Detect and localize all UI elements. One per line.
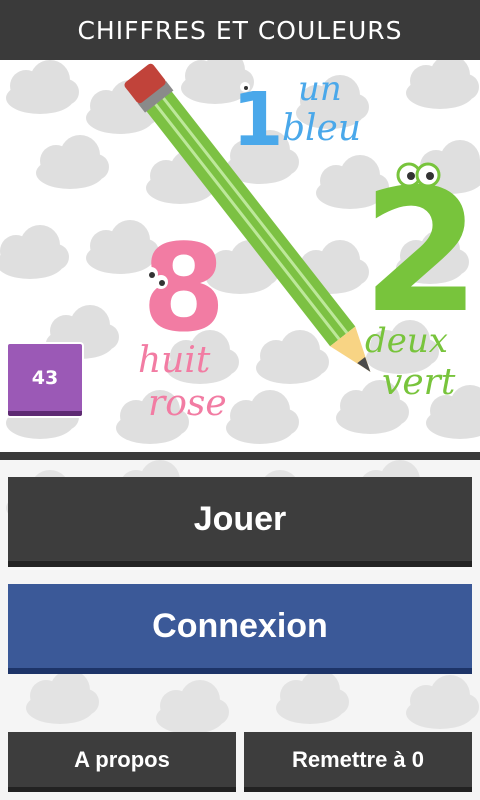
number-one-graphic: 1 [232,77,284,163]
digit-eight: 8 [142,220,226,359]
app-title: CHIFFRES ET COULEURS [77,15,403,45]
app-title-bar: CHIFFRES ET COULEURS [0,0,480,60]
about-button[interactable]: A propos [8,732,236,792]
hero-illustration: 1 un bleu 2 deux vert 8 huit rose 43 [0,60,480,452]
about-button-label: A propos [74,746,170,772]
word-un: un [298,69,342,109]
eyes-icon [396,162,441,188]
word-deux: deux [365,321,448,361]
play-button-label: Jouer [193,499,287,538]
reset-button[interactable]: Remettre à 0 [244,732,472,792]
number-eight-graphic: 8 [142,220,226,359]
score-badge: 43 [8,344,82,416]
word-rose: rose [148,383,227,424]
digit-one: 1 [232,77,284,163]
section-divider [0,452,480,460]
login-button[interactable]: Connexion [8,584,472,674]
play-button[interactable]: Jouer [8,477,472,567]
word-huit: huit [138,340,211,381]
login-button-label: Connexion [152,606,328,645]
reset-button-label: Remettre à 0 [291,746,425,772]
word-vert: vert [382,362,456,403]
score-value: 43 [31,366,59,389]
word-bleu: bleu [282,108,361,149]
